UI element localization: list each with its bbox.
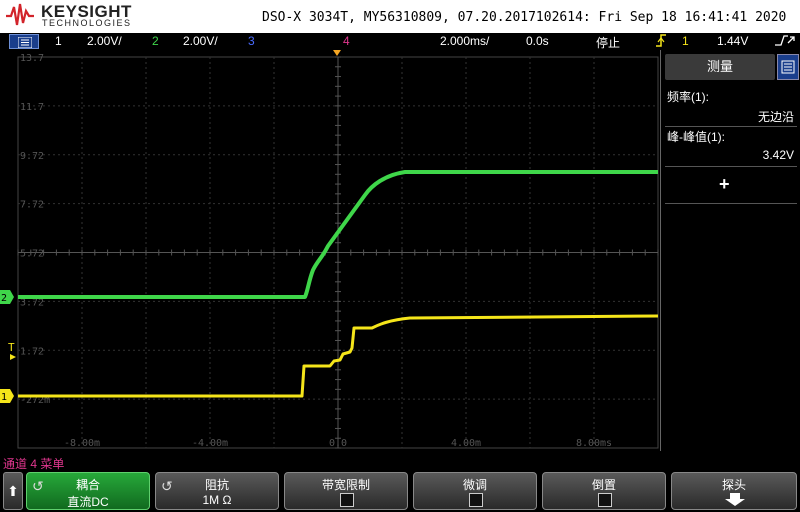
coupling-softkey[interactable]: ↺ 耦合 直流DC (26, 472, 150, 510)
impedance-softkey[interactable]: ↺ 阻抗 1M Ω (155, 472, 279, 510)
fine-label: 微调 (462, 478, 487, 492)
coupling-label: 耦合 (75, 478, 100, 492)
probe-softkey[interactable]: 探头 (671, 472, 797, 510)
y-tick-label: 13.7 (20, 53, 44, 64)
keysight-logo-icon (6, 3, 34, 26)
status-bar: 1 2.00V/ 2 2.00V/ 3 4 2.000ms/ 0.0s 停止 1… (0, 33, 800, 50)
invert-label: 倒置 (591, 478, 616, 492)
divider (665, 126, 797, 127)
measurement-panel: 测量 频率(1): 无边沿 峰-峰值(1): 3.42V + (660, 50, 800, 451)
run-stop-status: 停止 (596, 36, 621, 50)
y-tick-label: 3.72 (20, 297, 44, 308)
y-tick-label: 9.72 (20, 151, 44, 162)
x-tick-label: 8.00ms (576, 438, 612, 449)
fine-checkbox[interactable] (469, 493, 483, 507)
time-delay[interactable]: 0.0s (526, 34, 549, 48)
ch3-number[interactable]: 3 (248, 34, 255, 48)
ch1-marker-label: 1 (1, 392, 7, 403)
ch4-number[interactable]: 4 (343, 34, 350, 48)
trigger-edge-icon (655, 33, 667, 51)
peak-to-peak-label: 峰-峰值(1): (667, 130, 725, 144)
ch1-scale[interactable]: 2.00V/ (87, 34, 122, 48)
brand-subtitle: TECHNOLOGIES (42, 18, 132, 28)
ch2-number[interactable]: 2 (152, 34, 159, 48)
header-bar: KEYSIGHT TECHNOLOGIES DSO-X 3034T, MY563… (0, 0, 800, 33)
x-tick-label: -4.00m (192, 438, 228, 449)
ch2-marker-label: 2 (1, 293, 7, 304)
timebase-scale[interactable]: 2.000ms/ (440, 34, 489, 48)
invert-checkbox[interactable] (598, 493, 612, 507)
y-tick-label: 1.72 (20, 346, 44, 357)
trigger-level[interactable]: 1.44V (717, 34, 748, 48)
submenu-arrow-icon (725, 493, 745, 506)
peak-to-peak-value: 3.42V (762, 148, 794, 162)
main-menu-button[interactable] (9, 34, 39, 49)
menu-icon (781, 60, 795, 74)
divider (665, 166, 797, 167)
frequency-value: 无边沿 (757, 110, 794, 124)
frequency-label: 频率(1): (667, 90, 710, 104)
x-tick-label: 4.00m (451, 438, 481, 449)
x-tick-label: -8.00m (64, 438, 100, 449)
y-tick-label: 11.7 (20, 102, 44, 113)
trigger-level-marker: T (8, 341, 15, 354)
probe-label: 探头 (721, 478, 746, 492)
x-tick-label: 0.0 (329, 438, 347, 449)
bandwidth-limit-label: 带宽限制 (321, 478, 370, 492)
ch2-scale[interactable]: 2.00V/ (183, 34, 218, 48)
bandwidth-limit-checkbox[interactable] (340, 493, 354, 507)
menu-icon (18, 37, 32, 48)
instrument-title: DSO-X 3034T, MY56310809, 07.20.201710261… (262, 10, 787, 25)
trigger-source[interactable]: 1 (682, 34, 689, 48)
measurement-panel-title: 测量 (665, 54, 775, 80)
y-tick-label: 5.72 (20, 249, 44, 260)
back-button[interactable]: ⬆ (3, 472, 23, 510)
trigger-mode-icon (774, 33, 796, 51)
ch1-number[interactable]: 1 (55, 34, 62, 48)
panel-menu-button[interactable] (777, 54, 799, 80)
menu-title: 通道 4 菜单 (3, 457, 65, 471)
invert-softkey[interactable]: 倒置 (542, 472, 666, 510)
bandwidth-limit-softkey[interactable]: 带宽限制 (284, 472, 408, 510)
waveform-display[interactable]: 13.711.79.727.725.723.721.72-272m -8.00m… (0, 50, 660, 451)
divider (665, 203, 797, 204)
fine-softkey[interactable]: 微调 (413, 472, 537, 510)
impedance-label: 阻抗 (204, 478, 229, 492)
y-tick-label: 7.72 (20, 200, 44, 211)
add-measurement-button[interactable]: + (719, 174, 730, 195)
impedance-value: 1M Ω (202, 493, 232, 507)
coupling-value: 直流DC (67, 495, 109, 509)
